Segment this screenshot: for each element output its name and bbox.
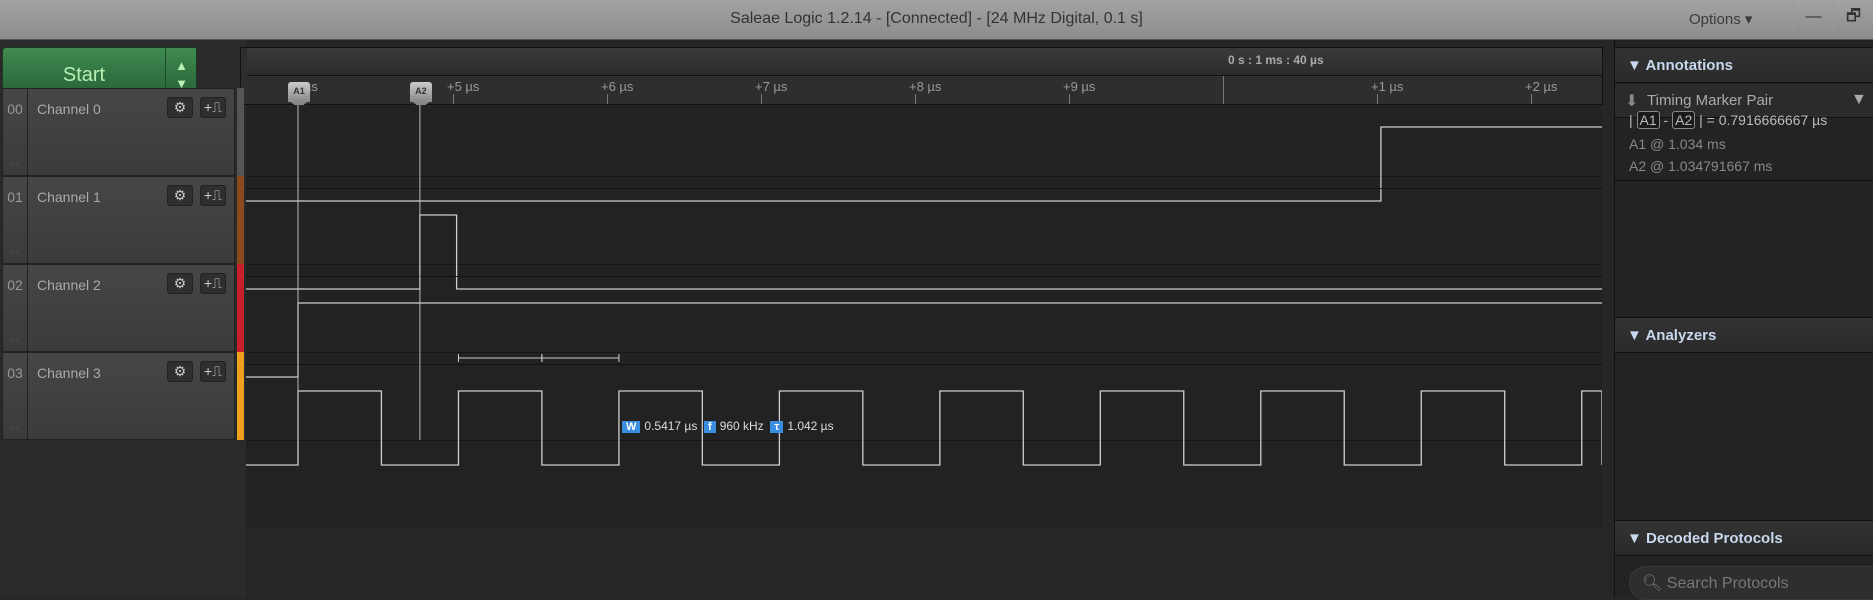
waveform-03: [246, 390, 1603, 466]
measurement-readout: W 0.5417 µs f 960 kHz τ 1.042 µs: [622, 419, 834, 433]
a1-badge: A1: [1636, 111, 1660, 129]
analyzers-title: Analyzers: [1645, 327, 1717, 344]
channel-color-bar: [237, 352, 244, 440]
minimize-button[interactable]: —: [1793, 0, 1833, 34]
ruler-origin-bar: 0 s : 1 ms : 40 µs: [247, 48, 1602, 76]
trigger-edge-icon[interactable]: +⎍: [200, 361, 226, 382]
decoded-title: Decoded Protocols: [1646, 530, 1783, 547]
channel-color-bar: [237, 88, 244, 176]
window-title: Saleae Logic 1.2.14 - [Connected] - [24 …: [730, 10, 1143, 27]
channel-name[interactable]: Channel 3: [37, 365, 101, 381]
timing-marker-a1[interactable]: A1: [288, 82, 310, 109]
channel-name[interactable]: Channel 0: [37, 101, 101, 117]
pulse-width: 0.5417 µs: [644, 419, 698, 433]
frequency: 960 kHz: [719, 419, 764, 433]
decoded-protocols-header[interactable]: ▼ Decoded Protocols: [1615, 520, 1873, 556]
channel-row[interactable]: 01 Channel 1 ⚙ +⎍ ⁘⁘: [2, 176, 235, 264]
search-placeholder: Search Protocols: [1666, 575, 1789, 592]
chevron-down-icon: ▼: [1851, 91, 1867, 108]
channel-color-bar: [237, 264, 244, 352]
row-separator: [246, 364, 1602, 365]
channel-color-bar: [237, 176, 244, 264]
tick-label: +8 µs: [909, 79, 942, 94]
drag-handle-icon[interactable]: ⁘⁘: [8, 248, 20, 257]
row-separator: [246, 264, 1602, 265]
marker-diff: | A1 - A2 | = 0.7916666667 µs: [1629, 111, 1828, 129]
waveform-00: [246, 126, 1602, 202]
gear-icon[interactable]: ⚙: [167, 273, 193, 294]
ruler-tick: [915, 94, 916, 104]
search-icon: 🔍︎: [1642, 575, 1663, 592]
tick-label: +5 µs: [447, 79, 480, 94]
tick-label: +9 µs: [1063, 79, 1096, 94]
annotation-type: Timing Marker Pair: [1647, 92, 1774, 109]
search-protocols-input[interactable]: 🔍︎ Search Protocols: [1629, 566, 1873, 600]
channel-name[interactable]: Channel 1: [37, 189, 101, 205]
annotations-header[interactable]: ▼ Annotations: [1615, 47, 1873, 83]
a1-time: A1 @ 1.034 ms: [1629, 136, 1726, 152]
right-panel: ▼ Annotations ⬇ Timing Marker Pair ▼ | A…: [1614, 40, 1873, 600]
frequency-icon: f: [704, 421, 716, 433]
gear-icon[interactable]: ⚙: [167, 361, 193, 382]
a2-time: A2 @ 1.034791667 ms: [1629, 158, 1773, 174]
options-menu[interactable]: Options ▾: [1689, 10, 1752, 28]
gear-icon[interactable]: ⚙: [167, 185, 193, 206]
waveform-02: [246, 302, 1602, 378]
marker-pin-icon: ⬇: [1625, 93, 1639, 110]
trigger-edge-icon[interactable]: +⎍: [200, 273, 226, 294]
ruler-tick: [1531, 94, 1532, 104]
diff-value: | = 0.7916666667 µs: [1699, 112, 1828, 128]
ruler-tick: [453, 94, 454, 104]
width-icon: W: [622, 421, 641, 433]
tick-label: +1 µs: [1371, 79, 1404, 94]
origin-line: [1223, 76, 1224, 104]
period-icon: τ: [770, 421, 784, 433]
title-bar: Saleae Logic 1.2.14 - [Connected] - [24 …: [0, 0, 1873, 40]
trigger-edge-icon[interactable]: +⎍: [200, 185, 226, 206]
channel-row[interactable]: 03 Channel 3 ⚙ +⎍ ⁘⁘: [2, 352, 235, 440]
restore-button[interactable]: 🗗: [1833, 0, 1873, 34]
row-separator: [246, 188, 1602, 189]
time-ruler[interactable]: 0 s : 1 ms : 40 µs 4 µs+5 µs+6 µs+7 µs+8…: [240, 47, 1603, 109]
gear-icon[interactable]: ⚙: [167, 97, 193, 118]
timing-marker-a2[interactable]: A2: [409, 82, 432, 109]
tick-label: +2 µs: [1525, 79, 1558, 94]
ruler-tick: [1377, 94, 1378, 104]
ruler-tick: [761, 94, 762, 104]
drag-handle-icon[interactable]: ⁘⁘: [8, 336, 20, 345]
analyzers-header[interactable]: ▼ Analyzers: [1615, 317, 1873, 353]
annotations-title: Annotations: [1645, 57, 1733, 74]
waveform-01: [246, 214, 1602, 290]
row-separator: [246, 352, 1602, 353]
ruler-tick: [1069, 94, 1070, 104]
row-separator: [246, 276, 1602, 277]
ruler-origin-label: 0 s : 1 ms : 40 µs: [1228, 53, 1324, 67]
row-separator: [246, 176, 1602, 177]
tick-label: +7 µs: [755, 79, 788, 94]
arrow-up-icon[interactable]: ▲: [166, 57, 197, 75]
row-separator: [246, 440, 1602, 441]
channel-row[interactable]: 00 Channel 0 ⚙ +⎍ ⁘⁘: [2, 88, 235, 176]
waveform-area[interactable]: [246, 100, 1603, 528]
tick-label: +6 µs: [601, 79, 634, 94]
channel-row[interactable]: 02 Channel 2 ⚙ +⎍ ⁘⁘: [2, 264, 235, 352]
ruler-tick: [607, 94, 608, 104]
a2-badge: A2: [1672, 111, 1696, 129]
start-label: Start: [62, 64, 106, 86]
drag-handle-icon[interactable]: ⁘⁘: [8, 160, 20, 169]
period: 1.042 µs: [787, 419, 834, 433]
drag-handle-icon[interactable]: ⁘⁘: [8, 424, 20, 433]
trigger-edge-icon[interactable]: +⎍: [200, 97, 226, 118]
waveform-svg: [246, 100, 1603, 466]
channel-name[interactable]: Channel 2: [37, 277, 101, 293]
